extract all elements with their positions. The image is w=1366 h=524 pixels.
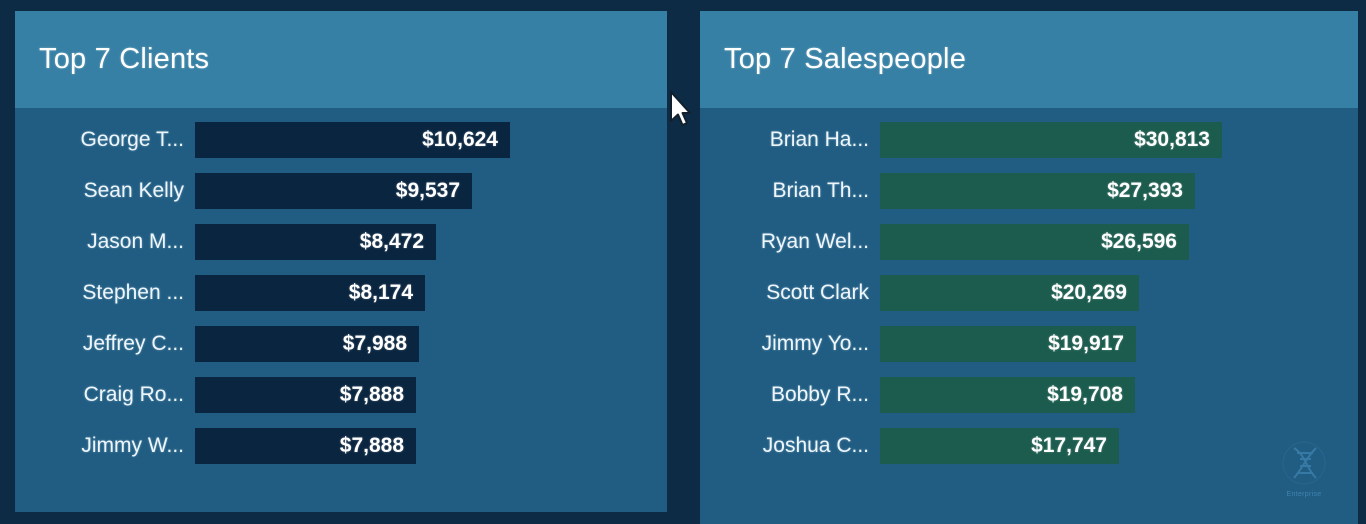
bar-category-label: Sean Kelly (83, 179, 184, 202)
bar-value-label: $19,708 (1047, 383, 1123, 406)
bar-category-label: Ryan Wel... (760, 230, 869, 253)
bar-salespeople-3[interactable]: $20,269 (880, 275, 1139, 311)
bar-clients-0[interactable]: $10,624 (195, 122, 510, 158)
page-title-salespeople: Top 7 Salespeople (724, 43, 967, 75)
bar-salespeople-1[interactable]: $27,393 (880, 173, 1195, 209)
bar-clients-6[interactable]: $7,888 (195, 428, 416, 464)
bar-value-label: $7,888 (339, 383, 404, 406)
table-row[interactable]: Sean Kelly $9,537 (15, 173, 667, 209)
chart-area-salespeople: Brian Ha... $30,813 Brian Th... $27,393 Ryan… (700, 108, 1358, 464)
bar-category-label: Jimmy W... (81, 434, 184, 457)
chart-area-clients: George T... $10,624 Sean Kelly $9,537 Jason … (15, 108, 667, 464)
bar-value-label: $7,888 (339, 434, 404, 457)
table-row[interactable]: Craig Ro... $7,888 (15, 377, 667, 413)
bar-category-label: Joshua C... (762, 434, 869, 457)
table-row[interactable]: Ryan Wel... $26,596 (700, 224, 1358, 260)
bar-value-label: $17,747 (1031, 434, 1107, 457)
bar-value-label: $8,472 (359, 230, 424, 253)
table-row[interactable]: Brian Th... $27,393 (700, 173, 1358, 209)
bar-category-label: Craig Ro... (83, 383, 184, 406)
bar-category-label: Brian Ha... (769, 128, 869, 151)
table-row[interactable]: Joshua C... $17,747 (700, 428, 1358, 464)
panel-header-clients: Top 7 Clients (15, 11, 667, 108)
bar-salespeople-4[interactable]: $19,917 (880, 326, 1136, 362)
table-row[interactable]: Jeffrey C... $7,988 (15, 326, 667, 362)
bar-value-label: $19,917 (1048, 332, 1124, 355)
table-row[interactable]: Jimmy Yo... $19,917 (700, 326, 1358, 362)
bar-category-label: Brian Th... (772, 179, 870, 202)
panel-top-7-salespeople[interactable]: Top 7 Salespeople Brian Ha... $30,813 Bria… (700, 11, 1358, 524)
page-title-clients: Top 7 Clients (39, 43, 210, 75)
panel-header-salespeople: Top 7 Salespeople (700, 11, 1358, 108)
bar-category-label: Jason M... (87, 230, 184, 253)
bar-value-label: $8,174 (348, 281, 413, 304)
bar-category-label: Jimmy Yo... (761, 332, 869, 355)
bar-category-label: George T... (80, 128, 184, 151)
bar-category-label: Scott Clark (766, 281, 869, 304)
table-row[interactable]: Stephen ... $8,174 (15, 275, 667, 311)
bar-clients-2[interactable]: $8,472 (195, 224, 436, 260)
bar-category-label: Bobby R... (770, 383, 869, 406)
mouse-pointer-icon (668, 90, 694, 130)
table-row[interactable]: Bobby R... $19,708 (700, 377, 1358, 413)
bar-value-label: $10,624 (422, 128, 498, 151)
panel-top-7-clients[interactable]: Top 7 Clients George T... $10,624 Sean Kel… (15, 11, 667, 512)
bar-value-label: $9,537 (395, 179, 460, 202)
bar-value-label: $7,988 (342, 332, 407, 355)
bar-salespeople-2[interactable]: $26,596 (880, 224, 1189, 260)
watermark-label: Enterprise (1286, 491, 1322, 498)
table-row[interactable]: Jimmy W... $7,888 (15, 428, 667, 464)
bar-value-label: $26,596 (1101, 230, 1177, 253)
bar-value-label: $27,393 (1107, 179, 1183, 202)
bar-category-label: Stephen ... (82, 281, 184, 304)
dashboard-canvas: Top 7 Clients George T... $10,624 Sean Kel… (0, 0, 1366, 524)
bar-salespeople-0[interactable]: $30,813 (880, 122, 1222, 158)
bar-value-label: $20,269 (1051, 281, 1127, 304)
bar-clients-4[interactable]: $7,988 (195, 326, 419, 362)
bar-category-label: Jeffrey C... (82, 332, 184, 355)
bar-value-label: $30,813 (1134, 128, 1210, 151)
table-row[interactable]: Brian Ha... $30,813 (700, 122, 1358, 158)
bar-clients-5[interactable]: $7,888 (195, 377, 416, 413)
table-row[interactable]: George T... $10,624 (15, 122, 667, 158)
bar-salespeople-6[interactable]: $17,747 (880, 428, 1119, 464)
table-row[interactable]: Jason M... $8,472 (15, 224, 667, 260)
bar-clients-1[interactable]: $9,537 (195, 173, 472, 209)
bar-clients-3[interactable]: $8,174 (195, 275, 425, 311)
bar-salespeople-5[interactable]: $19,708 (880, 377, 1135, 413)
table-row[interactable]: Scott Clark $20,269 (700, 275, 1358, 311)
